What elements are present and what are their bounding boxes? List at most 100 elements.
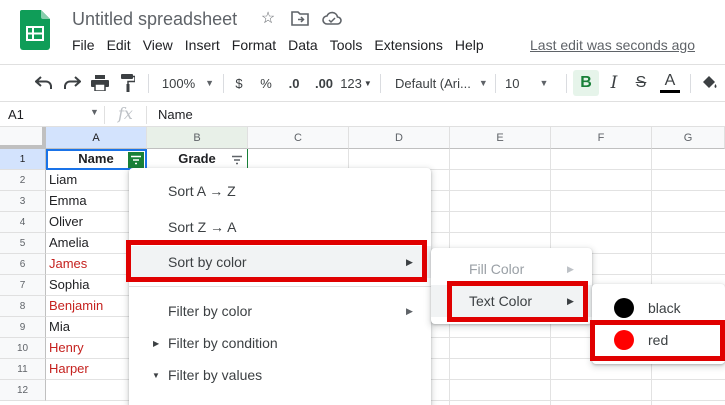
filter-menu: Sort A → Z Sort Z → A Sort by color ▶ Fi… [129,168,431,405]
row-header-12[interactable]: 12 [0,380,46,401]
zoom-select[interactable]: 100% ▼ [158,65,218,101]
star-icon[interactable]: ☆ [258,8,278,28]
toolbar: 100% ▼ $ % .0 .00 123 ▼ Default (Ari... … [0,64,725,100]
row-header-9[interactable]: 9 [0,317,46,338]
filter-by-condition-label: Filter by condition [168,335,278,351]
sort-z-a-label: Sort Z → A [168,219,237,235]
submenu-arrow-icon: ▶ [406,256,413,267]
menu-item-color-red[interactable]: red [592,324,725,356]
menu-edit[interactable]: Edit [107,37,131,53]
menu-item-filter-by-condition[interactable]: ▶ Filter by condition [129,327,431,359]
menu-item-filter-by-values[interactable]: ▼ Filter by values [129,359,431,391]
row-header-2[interactable]: 2 [0,170,46,191]
row-header-11[interactable]: 11 [0,359,46,380]
menu-item-sort-a-z[interactable]: Sort A → Z [129,175,431,207]
increase-decimal-button[interactable]: .00 [311,65,337,101]
fill-color-label: Fill Color [469,261,525,277]
menu-view[interactable]: View [143,37,173,53]
select-all-corner[interactable] [0,127,46,149]
menu-format[interactable]: Format [232,37,276,53]
column-header-c[interactable]: C [248,127,349,149]
row-header-5[interactable]: 5 [0,233,46,254]
submenu-arrow-icon: ▶ [567,295,574,306]
filter-icon-a[interactable] [128,152,144,168]
print-icon[interactable] [89,65,111,101]
more-formats-label: 123 [340,75,362,91]
column-header-d[interactable]: D [349,127,450,149]
menu-help[interactable]: Help [455,37,484,53]
menu-item-fill-color[interactable]: Fill Color ▶ [431,253,592,285]
column-header-a[interactable]: A [46,127,147,149]
chevron-down-icon[interactable]: ▼ [90,107,99,117]
bold-button[interactable]: B [573,70,599,96]
red-label: red [648,332,669,348]
filter-icon-b[interactable] [229,152,245,168]
name-box[interactable]: A1 [8,107,24,122]
paint-format-icon[interactable] [117,65,139,101]
font-select[interactable]: Default (Ari... ▼ [395,65,490,101]
redo-icon[interactable] [61,65,83,101]
row-header-7[interactable]: 7 [0,275,46,296]
italic-button[interactable]: I [603,65,625,101]
sort-a-z-label: Sort A → Z [168,183,236,199]
text-color-button[interactable]: A [657,65,683,101]
column-header-b[interactable]: B [147,127,248,149]
font-value: Default (Ari... [395,75,471,91]
chevron-down-icon: ▼ [205,78,215,88]
more-formats-button[interactable]: 123 ▼ [340,65,372,101]
menu-item-filter-by-color[interactable]: Filter by color ▶ [129,295,431,327]
menu-file[interactable]: File [72,37,95,53]
row-header-3[interactable]: 3 [0,191,46,212]
sort-by-color-label: Sort by color [168,254,247,270]
font-size-select[interactable]: 10 ▼ [505,65,560,101]
chevron-down-icon: ▼ [478,78,488,88]
zoom-value: 100% [161,75,196,91]
currency-button[interactable]: $ [230,65,248,101]
menu-bar: File Edit View Insert Format Data Tools … [72,37,496,53]
menu-extensions[interactable]: Extensions [374,37,442,53]
menu-item-text-color[interactable]: Text Color ▶ [431,285,592,317]
collapse-arrow-icon: ▼ [152,370,160,380]
undo-icon[interactable] [33,65,55,101]
move-folder-icon[interactable] [290,8,310,28]
red-swatch-icon [614,330,634,350]
formula-input[interactable]: Name [158,107,193,122]
row-header-8[interactable]: 8 [0,296,46,317]
chevron-down-icon: ▼ [539,78,549,88]
menu-item-sort-z-a[interactable]: Sort Z → A [129,211,431,243]
menu-tools[interactable]: Tools [330,37,363,53]
row-header-10[interactable]: 10 [0,338,46,359]
submenu-arrow-icon: ▶ [567,263,574,274]
text-color-submenu: black red [592,284,725,364]
row-header-4[interactable]: 4 [0,212,46,233]
formula-bar: A1 ▼ fx Name [0,101,725,127]
column-header-f[interactable]: F [551,127,652,149]
last-edit-link[interactable]: Last edit was seconds ago [530,37,695,53]
menu-item-color-black[interactable]: black [592,292,725,324]
menu-item-sort-by-color[interactable]: Sort by color ▶ [129,246,431,278]
expand-arrow-icon: ▶ [153,338,160,348]
font-size-value: 10 [505,75,520,91]
sheets-logo-icon[interactable] [20,10,50,50]
menu-insert[interactable]: Insert [185,37,220,53]
fx-icon: fx [118,104,133,123]
decrease-decimal-label: .0 [288,75,300,91]
filter-by-values-label: Filter by values [168,367,263,383]
menu-data[interactable]: Data [288,37,318,53]
fill-color-icon[interactable] [698,65,720,101]
strikethrough-button[interactable]: S [630,65,652,101]
black-label: black [648,300,681,316]
black-swatch-icon [614,298,634,318]
cloud-status-icon[interactable] [322,8,342,28]
sort-color-submenu: Fill Color ▶ Text Color ▶ [431,248,592,324]
text-color-label: Text Color [469,293,533,309]
text-color-label: A [664,72,676,89]
percent-button[interactable]: % [256,65,276,101]
increase-decimal-label: .00 [314,75,334,91]
column-header-e[interactable]: E [450,127,551,149]
column-header-g[interactable]: G [652,127,725,149]
document-title[interactable]: Untitled spreadsheet [72,9,237,30]
row-header-6[interactable]: 6 [0,254,46,275]
decrease-decimal-button[interactable]: .0 [283,65,305,101]
row-header-1[interactable]: 1 [0,149,46,170]
